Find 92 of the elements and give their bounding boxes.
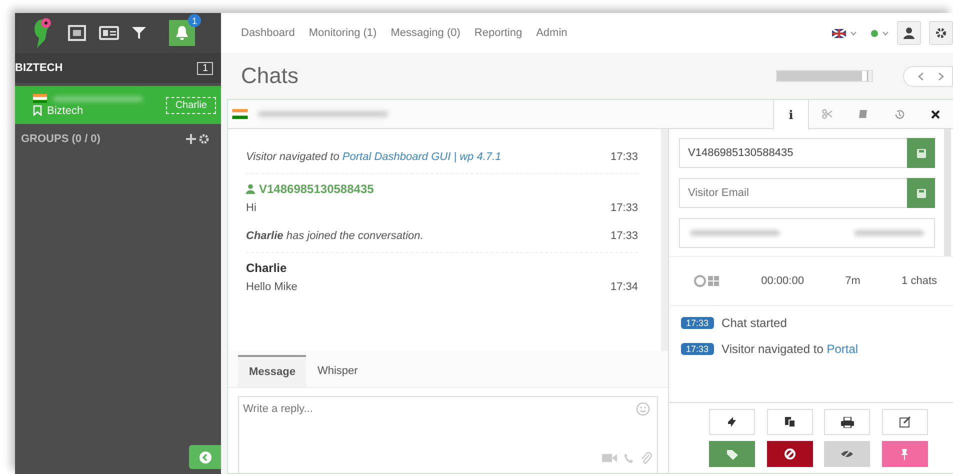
filter-icon[interactable] — [132, 26, 146, 40]
nav-link[interactable]: Monitoring (1) — [308, 27, 377, 39]
system-message: Charlie has joined the conversation. — [246, 230, 424, 242]
notification-count: 1 — [188, 14, 201, 27]
phone-icon[interactable] — [623, 452, 634, 464]
block-button[interactable] — [766, 441, 813, 467]
save-button[interactable] — [907, 178, 935, 208]
operator-name: Charlie — [246, 261, 287, 275]
composer-tab[interactable]: Whisper — [306, 355, 369, 387]
browser-os-icon — [694, 275, 720, 287]
operator-label: Charlie — [166, 96, 216, 114]
settings-button[interactable] — [929, 21, 953, 45]
edit-icon — [898, 416, 911, 428]
composer-tab[interactable]: Message — [238, 355, 306, 387]
chevron-icon[interactable] — [850, 30, 857, 36]
pager-control[interactable] — [903, 66, 953, 86]
print-button[interactable] — [824, 409, 870, 435]
tags-icon — [726, 448, 738, 460]
visitor-name: V1486985130588435 — [259, 182, 374, 196]
close-icon — [930, 110, 940, 118]
settings-icon[interactable] — [199, 134, 209, 144]
ban-icon — [784, 448, 796, 460]
flag-icon — [33, 94, 47, 102]
nav-link[interactable]: Dashboard — [241, 27, 295, 39]
next-icon[interactable] — [938, 72, 944, 80]
previous-icon[interactable] — [918, 72, 924, 80]
info-tab[interactable]: i — [773, 100, 809, 130]
add-icon[interactable] — [186, 134, 196, 144]
user-icon — [246, 184, 255, 194]
language-flag-icon[interactable] — [832, 28, 846, 38]
notes-icon — [858, 109, 868, 119]
chevron-icon[interactable] — [882, 30, 889, 36]
edit-button[interactable] — [882, 409, 928, 435]
eye-slash-icon — [840, 449, 854, 459]
nav-link[interactable]: Admin — [536, 27, 568, 39]
timeline-entry: Chat started — [722, 316, 787, 330]
transfer-icon — [726, 416, 738, 428]
timeline-entry: Visitor navigated to Portal — [722, 342, 858, 356]
message-text: Hello Mike — [246, 281, 298, 293]
event-message: Visitor navigated to Portal Dashboard GUI | wp 4.7.1 — [246, 151, 502, 163]
reply-field[interactable]: Write a reply... — [238, 396, 658, 473]
pin-button[interactable] — [882, 441, 928, 467]
message-text: Hi — [246, 202, 256, 214]
history-icon — [894, 108, 904, 120]
visitor-nick-field[interactable]: V1486985130588435 — [679, 138, 907, 168]
nav-link[interactable]: Reporting — [474, 27, 522, 39]
copy-icon — [784, 416, 796, 428]
department-tag: Biztech — [47, 104, 84, 116]
collapse-button[interactable] — [189, 445, 221, 469]
message-time: 17:33 — [610, 151, 638, 163]
scrollbar[interactable] — [661, 129, 668, 351]
floppy-icon — [916, 148, 926, 158]
copy-button[interactable] — [766, 409, 813, 435]
floppy-icon — [916, 188, 926, 198]
department-name: BIZTECH — [15, 62, 63, 74]
page-link[interactable]: Portal — [826, 342, 858, 356]
message-time: 17:33 — [610, 202, 638, 214]
visitor-email-field[interactable]: Visitor Email — [679, 178, 907, 208]
smiley-icon[interactable] — [636, 402, 650, 416]
scrollbar[interactable] — [944, 129, 951, 256]
chat-count: 1 — [197, 62, 213, 74]
chat-stat: 7m — [845, 275, 860, 287]
save-button[interactable] — [907, 138, 935, 168]
pin-icon — [900, 448, 910, 460]
bookmark-icon — [33, 105, 42, 116]
transfer-button[interactable] — [709, 409, 755, 435]
message-time: 17:33 — [610, 230, 638, 242]
flag-icon — [232, 109, 248, 119]
bell-icon — [174, 25, 190, 41]
tag-button[interactable] — [709, 441, 755, 467]
status-dot[interactable] — [871, 30, 878, 36]
chat-stat: 00:00:00 — [761, 275, 804, 287]
message-time: 17:34 — [610, 281, 638, 293]
time-badge: 17:33 — [681, 343, 714, 355]
id-card-icon[interactable] — [99, 26, 119, 40]
video-camera-icon[interactable] — [602, 453, 617, 463]
printer-icon — [840, 416, 854, 428]
time-badge: 17:33 — [681, 317, 714, 329]
scissors-icon — [822, 109, 832, 119]
gear-icon — [935, 27, 947, 39]
screen-icon[interactable] — [68, 25, 86, 41]
chat-item[interactable]: Biztech Charlie — [15, 86, 221, 124]
paperclip-icon[interactable] — [640, 451, 652, 465]
page-link[interactable]: Portal Dashboard GUI | wp 4.7.1 — [342, 151, 502, 163]
user-button[interactable] — [897, 21, 921, 45]
user-icon — [903, 27, 915, 39]
groups-heading: GROUPS (0 / 0) — [21, 133, 100, 145]
nav-link[interactable]: Messaging (0) — [390, 27, 460, 39]
page-title: Chats — [241, 63, 298, 89]
zoom-slider[interactable] — [776, 70, 873, 82]
chat-stat: 1 chats — [902, 275, 937, 287]
hide-button[interactable] — [824, 441, 870, 467]
